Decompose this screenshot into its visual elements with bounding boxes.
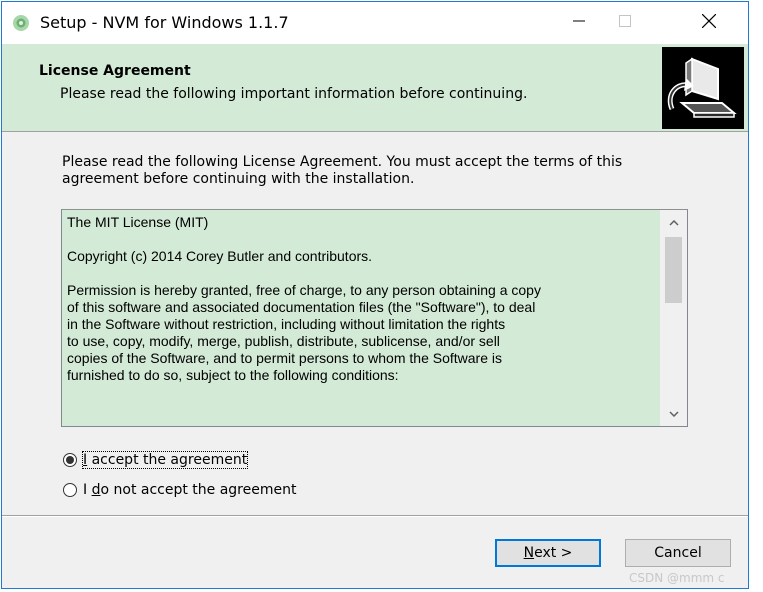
chevron-down-icon [668, 406, 679, 421]
close-icon [701, 13, 717, 32]
accept-agreement-option[interactable]: I accept the agreement [63, 451, 249, 469]
footer-divider [2, 515, 748, 517]
license-intro-text: Please read the following License Agreem… [62, 154, 623, 187]
next-label-rest: ext > [534, 545, 573, 561]
cancel-button[interactable]: Cancel [625, 539, 731, 567]
watermark: CSDN @mmm c [629, 571, 725, 585]
page-subtitle: Please read the following important info… [60, 86, 528, 102]
decline-radio[interactable] [63, 483, 77, 497]
minimize-icon [573, 15, 585, 31]
minimize-button[interactable] [556, 2, 602, 44]
decline-label-post: o not accept the agreement [100, 482, 297, 498]
computer-setup-icon [662, 47, 744, 129]
chevron-up-icon [668, 215, 679, 230]
accept-radio[interactable] [63, 453, 77, 467]
next-label: Next > [524, 545, 573, 561]
scroll-up-button[interactable] [660, 210, 687, 235]
license-paragraph: Copyright (c) 2014 Corey Butler and cont… [67, 248, 373, 264]
maximize-button[interactable] [602, 2, 648, 44]
license-paragraph: Permission is hereby granted, free of ch… [67, 282, 541, 383]
scroll-thumb[interactable] [665, 237, 682, 303]
maximize-icon [619, 15, 631, 31]
scroll-down-button[interactable] [660, 401, 687, 426]
decline-label-pre: I [83, 482, 92, 498]
decline-label[interactable]: I do not accept the agreement [83, 482, 296, 498]
decline-agreement-option[interactable]: I do not accept the agreement [63, 482, 296, 498]
window-title: Setup - NVM for Windows 1.1.7 [40, 13, 289, 32]
license-paragraph: The MIT License (MIT) [67, 214, 209, 230]
accept-label[interactable]: I accept the agreement [81, 451, 249, 469]
license-scrollbar[interactable] [660, 210, 687, 426]
nvm-app-icon [12, 14, 30, 32]
license-textbox[interactable]: The MIT License (MIT) Copyright (c) 2014… [61, 209, 688, 427]
license-text: The MIT License (MIT) Copyright (c) 2014… [67, 214, 655, 401]
page-title: License Agreement [39, 63, 191, 79]
wizard-header: License Agreement Please read the follow… [2, 44, 748, 132]
title-bar[interactable]: Setup - NVM for Windows 1.1.7 [2, 2, 748, 44]
accept-label-post: accept the agreement [87, 452, 248, 468]
next-mnemonic: N [523, 545, 535, 561]
next-button[interactable]: Next > [495, 539, 601, 567]
setup-window: Setup - NVM for Windows 1.1.7 License Ag… [1, 1, 749, 589]
close-button[interactable] [686, 2, 732, 44]
